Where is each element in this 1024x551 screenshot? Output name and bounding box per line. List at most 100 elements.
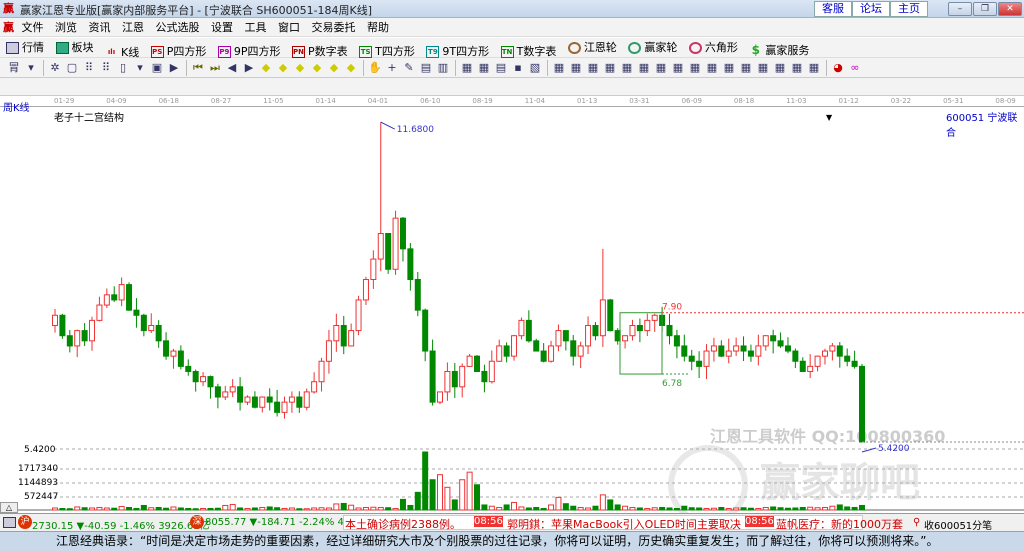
infinity-icon[interactable]: ∞ xyxy=(847,60,863,76)
toolbar-label: 行情 xyxy=(22,41,44,54)
first-icon[interactable]: ⏮ xyxy=(190,60,206,76)
dropdown-icon[interactable]: ▾ xyxy=(132,60,148,76)
volume-bar xyxy=(592,505,599,511)
menu-help[interactable]: 帮助 xyxy=(367,18,389,37)
u-icon[interactable]: ▦ xyxy=(755,60,771,76)
collapse-button[interactable]: △ xyxy=(0,502,18,513)
menu-browse[interactable]: 浏览 xyxy=(55,18,77,37)
f-icon[interactable]: ▣ xyxy=(149,60,165,76)
toolbar-separator xyxy=(455,59,456,76)
x-icon[interactable]: ▦ xyxy=(806,60,822,76)
volume-bar xyxy=(148,507,155,511)
minimize-button[interactable]: – xyxy=(948,2,972,16)
wheel-icon xyxy=(567,42,581,54)
pie-icon[interactable]: ◕ xyxy=(830,60,846,76)
toolbar-gann-wheel[interactable]: 江恩轮 xyxy=(567,38,617,58)
menu-logo-icon: 贏 xyxy=(3,21,14,34)
e-icon[interactable]: ▯ xyxy=(115,60,131,76)
toolbar-label: 赢家轮 xyxy=(644,41,678,54)
volume-bar xyxy=(259,506,266,511)
calendar-icon[interactable]: ▦ xyxy=(459,60,475,76)
cross-icon[interactable]: + xyxy=(384,60,400,76)
last-icon[interactable]: ⏭ xyxy=(207,60,223,76)
g-icon[interactable]: ▤ xyxy=(418,60,434,76)
m-icon[interactable]: ▦ xyxy=(619,60,635,76)
a-icon[interactable]: ✲ xyxy=(47,60,63,76)
close-button[interactable]: ✕ xyxy=(998,2,1022,16)
toolbar-sectors[interactable]: 板块 xyxy=(55,38,94,58)
volume-bar xyxy=(681,505,688,511)
volume-bar xyxy=(192,508,199,511)
zoom-icon[interactable]: ◆ xyxy=(309,60,325,76)
link-forum[interactable]: 论坛 xyxy=(852,1,890,17)
news-ticker-2[interactable]: 郭明錤：苹果MacBook引入OLED时间主要取决 xyxy=(507,516,741,532)
q-icon[interactable]: ▦ xyxy=(687,60,703,76)
menu-settings[interactable]: 设置 xyxy=(211,18,233,37)
i-icon[interactable]: ▦ xyxy=(551,60,567,76)
k-icon[interactable]: ▦ xyxy=(585,60,601,76)
candle-body xyxy=(214,386,221,398)
menu-formula[interactable]: 公式选股 xyxy=(156,18,200,37)
period-icon[interactable]: 冐 xyxy=(6,60,22,76)
flag-icon[interactable]: ▶ xyxy=(166,60,182,76)
table-icon[interactable] xyxy=(3,517,16,528)
link-service[interactable]: 客服 xyxy=(814,1,852,17)
net-icon[interactable]: ▧ xyxy=(527,60,543,76)
zoom-icon[interactable]: ◆ xyxy=(258,60,274,76)
link-home[interactable]: 主页 xyxy=(890,1,928,17)
candle-body xyxy=(710,345,717,352)
c-icon[interactable]: ⠿ xyxy=(81,60,97,76)
news-ticker-1[interactable]: 本土确诊病例2388例。 xyxy=(345,516,461,532)
volume-bar xyxy=(777,507,784,511)
toolbar-label: 板块 xyxy=(71,41,94,54)
kline-chart[interactable]: 7.90 6.78 11.6800 5.4200 xyxy=(0,107,1024,513)
calc-icon[interactable]: ▦ xyxy=(476,60,492,76)
upper-line-label: 7.90 xyxy=(662,303,682,313)
gann-quote-bar: 江恩经典语录：“时间是决定市场走势的重要因素，经过详细研究大市及个别股票的过往记… xyxy=(0,531,1024,551)
candle-body xyxy=(792,350,799,362)
zoom-icon[interactable]: ◆ xyxy=(292,60,308,76)
t-icon[interactable]: ▦ xyxy=(738,60,754,76)
toolbar-hexagon[interactable]: 六角形 xyxy=(688,38,738,58)
n-icon[interactable]: ▦ xyxy=(636,60,652,76)
d-icon[interactable]: ⠿ xyxy=(98,60,114,76)
left-icon[interactable]: ◀ xyxy=(224,60,240,76)
zoom-icon[interactable]: ◆ xyxy=(275,60,291,76)
p-icon[interactable]: ▦ xyxy=(670,60,686,76)
right-icon[interactable]: ▶ xyxy=(241,60,257,76)
menu-gann[interactable]: 江恩 xyxy=(122,18,144,37)
hand-icon[interactable]: ✋ xyxy=(367,60,383,76)
v-icon[interactable]: ▦ xyxy=(772,60,788,76)
zoom-icon[interactable]: ◆ xyxy=(326,60,342,76)
candle-body xyxy=(696,360,703,367)
s-icon[interactable]: ▦ xyxy=(721,60,737,76)
l-icon[interactable]: ▦ xyxy=(602,60,618,76)
b-icon[interactable]: ▢ xyxy=(64,60,80,76)
menu-window[interactable]: 窗口 xyxy=(278,18,300,37)
volume-bar xyxy=(733,507,740,511)
toolbar-quotes[interactable]: 行情 xyxy=(6,38,44,58)
zoom-icon[interactable]: ◆ xyxy=(343,60,359,76)
o-icon[interactable]: ▦ xyxy=(653,60,669,76)
pen-icon[interactable]: ✎ xyxy=(401,60,417,76)
dropdown-icon[interactable]: ▾ xyxy=(23,60,39,76)
news-ticker-3[interactable]: 蓝帆医疗：新的1000万套 xyxy=(776,516,903,532)
h-icon[interactable]: ▥ xyxy=(435,60,451,76)
volume-bar xyxy=(163,507,170,511)
r-icon[interactable]: ▦ xyxy=(704,60,720,76)
save-icon[interactable]: ▪ xyxy=(510,60,526,76)
news-time: 08:56 xyxy=(745,516,774,527)
restore-button[interactable]: ❐ xyxy=(973,2,997,16)
volume-bar xyxy=(570,505,577,511)
volume-tick: 572447 xyxy=(24,492,59,502)
menu-trade[interactable]: 交易委托 xyxy=(312,18,356,37)
volume-bar xyxy=(52,507,58,511)
menu-tools[interactable]: 工具 xyxy=(245,18,267,37)
menu-news[interactable]: 资讯 xyxy=(89,18,111,37)
list-icon[interactable]: ▤ xyxy=(493,60,509,76)
toolbar-winner-wheel[interactable]: 赢家轮 xyxy=(628,38,677,58)
w-icon[interactable]: ▦ xyxy=(789,60,805,76)
menu-file[interactable]: 文件 xyxy=(22,18,44,37)
volume-bar xyxy=(703,507,710,511)
j-icon[interactable]: ▦ xyxy=(568,60,584,76)
